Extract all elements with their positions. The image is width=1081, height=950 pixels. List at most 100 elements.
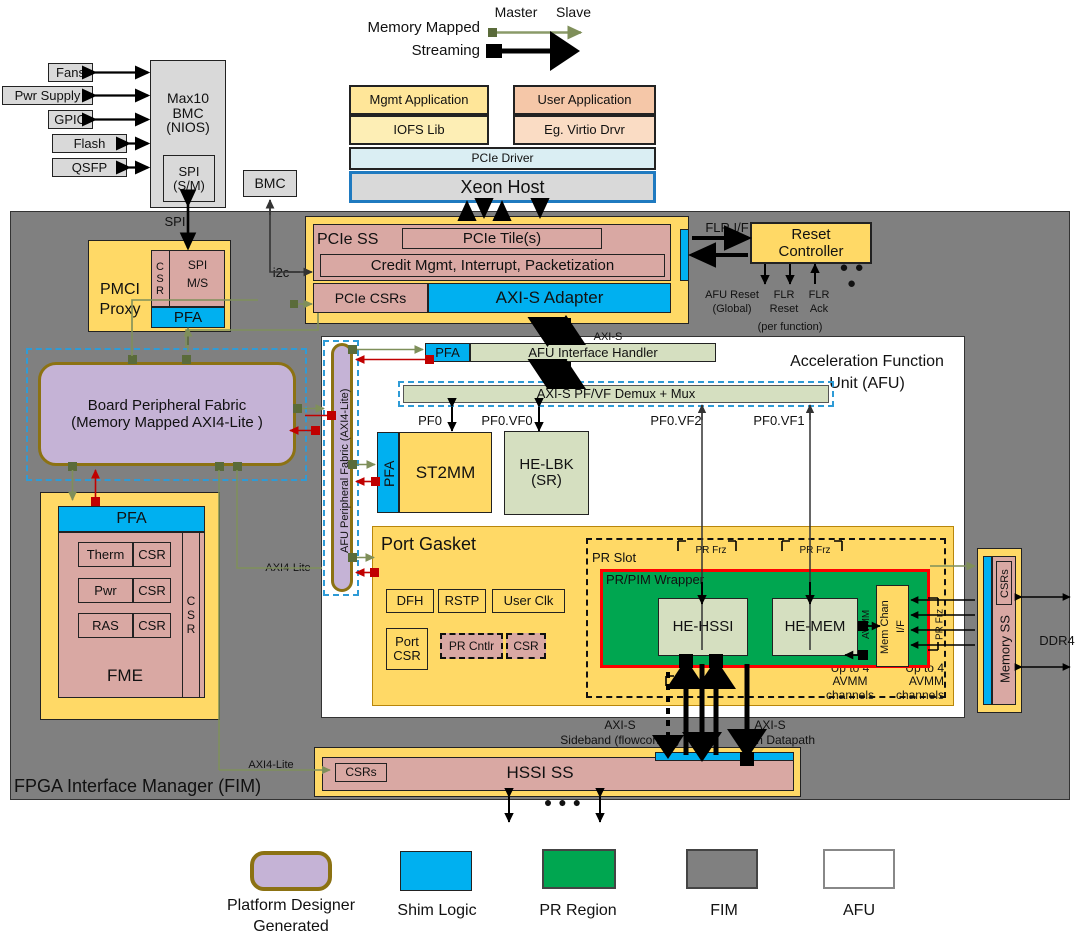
- hssi-csrs-box: CSRs: [335, 763, 387, 782]
- afu-reset-label-l1: AFU Reset: [705, 288, 759, 301]
- fme-pfa: PFA: [58, 506, 205, 532]
- axis-eth-l1: AXI-S: [754, 717, 786, 732]
- pf0-label: PF0: [418, 412, 442, 428]
- diagram-canvas: Memory Mapped Streaming Master Slave Mgm…: [0, 0, 1081, 950]
- pr-frz-label-3: PR Frz: [682, 679, 714, 691]
- afu-interface-handler: AFU Interface Handler: [470, 343, 716, 362]
- afu-peripheral-fabric-2: AFU Peripheral Fabric (AXI4-Lite): [331, 343, 353, 592]
- flr-reset-label-l1: FLR: [773, 288, 795, 301]
- qsfp-box: QSFP: [52, 158, 127, 177]
- memory-ss-csrs: CSRs: [996, 561, 1012, 605]
- pmci-pfa: PFA: [151, 307, 225, 328]
- fme-csr-vertical: CSR: [182, 532, 200, 698]
- memory-ss-csrs-label: CSRs: [999, 569, 1011, 599]
- pf0vf1-label: PF0.VF1: [753, 412, 805, 428]
- spi-sm-box: SPI (S/M): [163, 155, 215, 202]
- he-lbk-box: HE-LBK (SR): [504, 431, 589, 515]
- pcie-ss-title: PCIe SS: [317, 231, 379, 249]
- pr-pim-wrapper-label: PR/PIM Wrapper: [606, 571, 705, 587]
- pr-frz-label-4: PR Frz: [934, 608, 946, 640]
- axis-adapter-box: AXI-S Adapter: [428, 283, 671, 313]
- flash-box: Flash: [52, 134, 127, 153]
- avmm-label: AVMM: [861, 609, 872, 639]
- pwr-supply-box: Pwr Supply: [2, 86, 93, 105]
- pr-cntlr-csr-box: CSR: [506, 633, 546, 659]
- memory-ss-title: Memory SS: [997, 615, 1013, 684]
- reset-controller-box: Reset Controller: [750, 222, 872, 264]
- mem-chan-label-l2: I/F: [895, 620, 907, 634]
- axis-label-top: AXI-S: [593, 330, 623, 343]
- he-hssi-box: HE-HSSI: [658, 598, 748, 656]
- memory-ss-shim: [983, 556, 992, 705]
- axis-demux-box: AXI-S PF/VF Demux + Mux: [403, 385, 829, 403]
- pmci-spi-ms-l2: M/S: [186, 276, 209, 291]
- mem-chan-if-box: Mem Chan I/F: [876, 585, 909, 667]
- axi4lite-label-left: AXI4-Lite: [265, 561, 311, 574]
- ddr4-label: DDR4: [1039, 632, 1075, 648]
- legend-streaming-label: Streaming: [411, 41, 480, 59]
- axis-sideband-l1: AXI-S: [604, 717, 636, 732]
- legend-slave-label: Slave: [555, 4, 592, 21]
- fim-title: FPGA Interface Manager (FIM): [14, 776, 262, 797]
- flr-ack-label-l2: Ack: [809, 302, 829, 315]
- flr-reset-label-l2: Reset: [769, 302, 799, 315]
- legend-master-label: Master: [494, 4, 538, 21]
- port-gasket-title: Port Gasket: [381, 534, 477, 555]
- rstp-box: RSTP: [438, 589, 486, 613]
- gpio-box: GPIO: [48, 110, 93, 129]
- pcie-driver-box: PCIe Driver: [349, 147, 656, 170]
- fme-pwr-csr: CSR: [133, 578, 171, 603]
- reset-ellipsis: ● ● ●: [839, 259, 863, 292]
- avmm-label-wrap: AVMM: [860, 590, 873, 658]
- hssi-ss-title: HSSI SS: [506, 762, 574, 782]
- axi4lite-label-bottom: AXI4-Lite: [248, 758, 294, 771]
- pf0vf2-label: PF0.VF2: [650, 412, 702, 428]
- credit-mgmt-box: Credit Mgmt, Interrupt, Packetization: [320, 254, 665, 277]
- user-application-box: User Application: [513, 85, 656, 115]
- fme-ras-csr: CSR: [133, 613, 171, 638]
- pmci-title-l1: PMCI: [100, 281, 140, 299]
- hssi-ellipsis: ● ● ●: [543, 794, 583, 811]
- bmc-box: BMC: [243, 170, 297, 197]
- legend-pr-region-swatch: [542, 849, 616, 889]
- fme-pwr: Pwr: [78, 578, 133, 603]
- pcie-tiles-box: PCIe Tile(s): [402, 228, 602, 249]
- virtio-driver-box: Eg. Virtio Drvr: [513, 115, 656, 145]
- fme-title: FME: [107, 665, 143, 685]
- axis-eth-l2: Eth Datapath: [744, 732, 816, 747]
- pr-slot-label: PR Slot: [592, 549, 637, 565]
- legend-shim-logic-swatch: [400, 851, 472, 891]
- mgmt-application-box: Mgmt Application: [349, 85, 489, 115]
- st2mm-pfa-label: PFA: [381, 460, 397, 487]
- dfh-box: DFH: [386, 589, 434, 613]
- st2mm-pfa: PFA: [377, 432, 399, 513]
- port-csr-box: Port CSR: [386, 628, 428, 670]
- pr-frz-label-1: PR Frz: [695, 544, 727, 556]
- he-mem-box: HE-MEM: [772, 598, 858, 656]
- afu-title-l1: Acceleration Function: [790, 353, 944, 371]
- pr-frz-label-4-wrap: PR Frz: [933, 600, 947, 648]
- board-peripheral-fabric: Board Peripheral Fabric (Memory Mapped A…: [38, 362, 296, 466]
- pcie-csrs-box: PCIe CSRs: [313, 283, 428, 313]
- legend-platform-designer-label-l1: Platform Designer: [226, 897, 356, 915]
- i2c-label: i2c: [272, 264, 290, 280]
- pr-frz-label-2: PR Frz: [799, 544, 831, 556]
- fme-therm: Therm: [78, 542, 133, 567]
- fans-box: Fans: [48, 63, 93, 82]
- avmm-channels-label: Up to 4 AVMM channels: [896, 662, 944, 702]
- legend-fim-swatch: [686, 849, 758, 889]
- flr-ack-label-l1: FLR: [808, 288, 830, 301]
- user-clk-box: User Clk: [492, 589, 565, 613]
- axis-sideband-l2: Sideband (flowcontrol): [560, 732, 680, 747]
- legend-afu-label: AFU: [843, 902, 875, 920]
- legend-afu-swatch: [823, 849, 895, 889]
- flr-if-label: FLR I/F: [705, 219, 749, 235]
- fme-ras: RAS: [78, 613, 133, 638]
- afu-reset-label-l2: (Global): [712, 302, 752, 315]
- pr-cntlr-box: PR Cntlr: [440, 633, 503, 659]
- iofs-lib-box: IOFS Lib: [349, 115, 489, 145]
- legend-platform-designer-label-l2: Generated: [253, 918, 329, 936]
- st2mm-box: ST2MM: [399, 432, 492, 513]
- pcie-edge-shim: [680, 229, 689, 281]
- per-function-label: (per function): [757, 320, 823, 333]
